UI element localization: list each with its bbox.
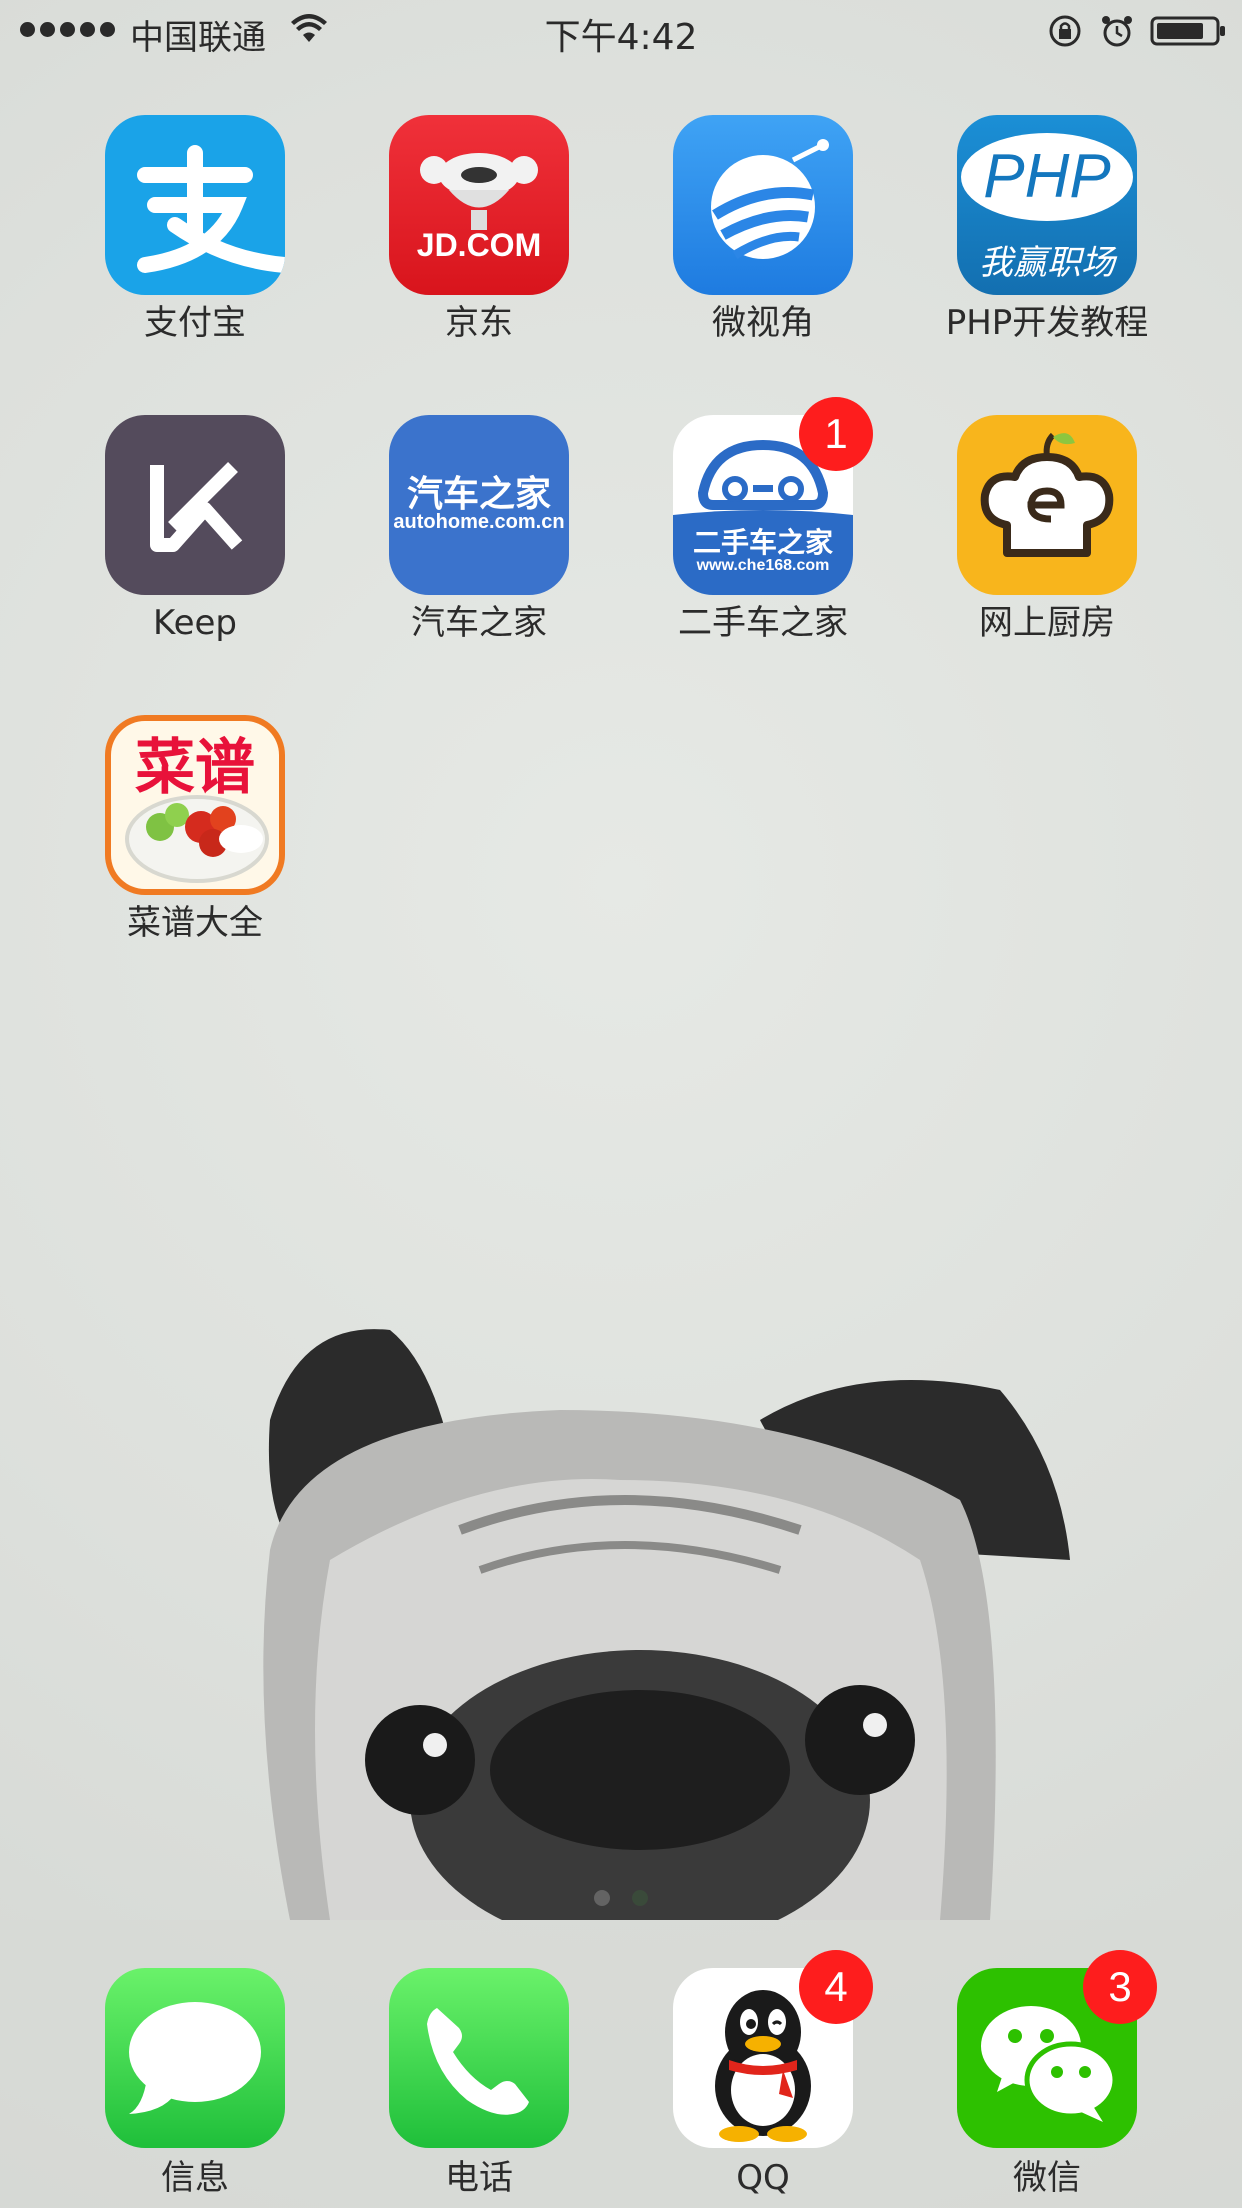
- app-keep[interactable]: Keep: [75, 415, 315, 645]
- app-label: 二手车之家: [678, 603, 848, 643]
- app-label: 网上厨房: [979, 603, 1115, 643]
- app-label: 京东: [445, 303, 513, 343]
- pug-wallpaper-image: [263, 1329, 1070, 1920]
- notification-badge: 3: [1083, 1950, 1157, 2024]
- app-che168[interactable]: 1 二手车之家 www.che168.com 二手车之家: [643, 397, 883, 645]
- alipay-icon: [105, 115, 285, 295]
- che168-wordmark: 二手车之家: [692, 526, 833, 559]
- status-bar: 中国联通 下午4:42: [0, 0, 1242, 62]
- notification-badge: 1: [799, 397, 873, 471]
- page-dot: [594, 1890, 610, 1906]
- php-wordmark: PHP: [983, 142, 1111, 211]
- battery-icon: [1150, 16, 1225, 46]
- autohome-wordmark: 汽车之家: [406, 474, 551, 515]
- app-weishijiao[interactable]: 微视角: [643, 115, 883, 345]
- app-label: 支付宝: [144, 303, 246, 343]
- kitchen-icon: [957, 415, 1137, 595]
- notification-badge: 4: [799, 1950, 873, 2024]
- dock-app-phone[interactable]: 电话: [359, 1968, 599, 2200]
- app-recipes[interactable]: 菜谱 菜谱大全: [75, 715, 315, 945]
- messages-icon: [105, 1968, 285, 2148]
- php-subtitle: 我赢职场: [979, 243, 1115, 283]
- dock-app-wechat[interactable]: 3 微信: [927, 1950, 1167, 2200]
- autohome-domain: autohome.com.cn: [393, 511, 565, 533]
- app-php-tutorial[interactable]: PHP 我赢职场 PHP开发教程: [927, 115, 1167, 345]
- app-label: 菜谱大全: [127, 903, 263, 943]
- rotation-lock-icon: [1049, 15, 1081, 47]
- app-label: 微信: [1013, 2158, 1081, 2198]
- dock-app-qq[interactable]: 4 QQ: [643, 1950, 883, 2200]
- app-label: PHP开发教程: [945, 303, 1149, 343]
- jd-icon: JD.COM: [389, 115, 569, 295]
- app-autohome[interactable]: 汽车之家 autohome.com.cn 汽车之家: [359, 415, 599, 645]
- dock-app-messages[interactable]: 信息: [75, 1968, 315, 2200]
- app-label: 微视角: [712, 303, 814, 343]
- che168-domain: www.che168.com: [696, 557, 830, 574]
- page-indicator[interactable]: [0, 1890, 1242, 1906]
- app-label: 信息: [161, 2158, 229, 2198]
- app-jd[interactable]: JD.COM 京东: [359, 115, 599, 345]
- app-label: Keep: [152, 603, 238, 643]
- app-label: 电话: [445, 2158, 513, 2198]
- php-icon: PHP 我赢职场: [957, 115, 1137, 295]
- jd-wordmark: JD.COM: [416, 227, 542, 263]
- app-label: QQ: [736, 2158, 790, 2198]
- app-alipay[interactable]: 支付宝: [75, 115, 315, 345]
- phone-icon: [389, 1968, 569, 2148]
- app-online-kitchen[interactable]: 网上厨房: [927, 415, 1167, 645]
- recipes-wordmark: 菜谱: [135, 733, 255, 803]
- page-dot-active: [632, 1890, 648, 1906]
- dock: 信息 电话 4 QQ 3 微信: [0, 1920, 1242, 2208]
- app-label: 汽车之家: [411, 603, 547, 643]
- recipes-icon: 菜谱: [105, 715, 285, 895]
- alarm-icon: [1102, 16, 1132, 47]
- keep-icon: [105, 415, 285, 595]
- weishijiao-icon: [673, 115, 853, 295]
- autohome-icon: 汽车之家 autohome.com.cn: [389, 415, 569, 595]
